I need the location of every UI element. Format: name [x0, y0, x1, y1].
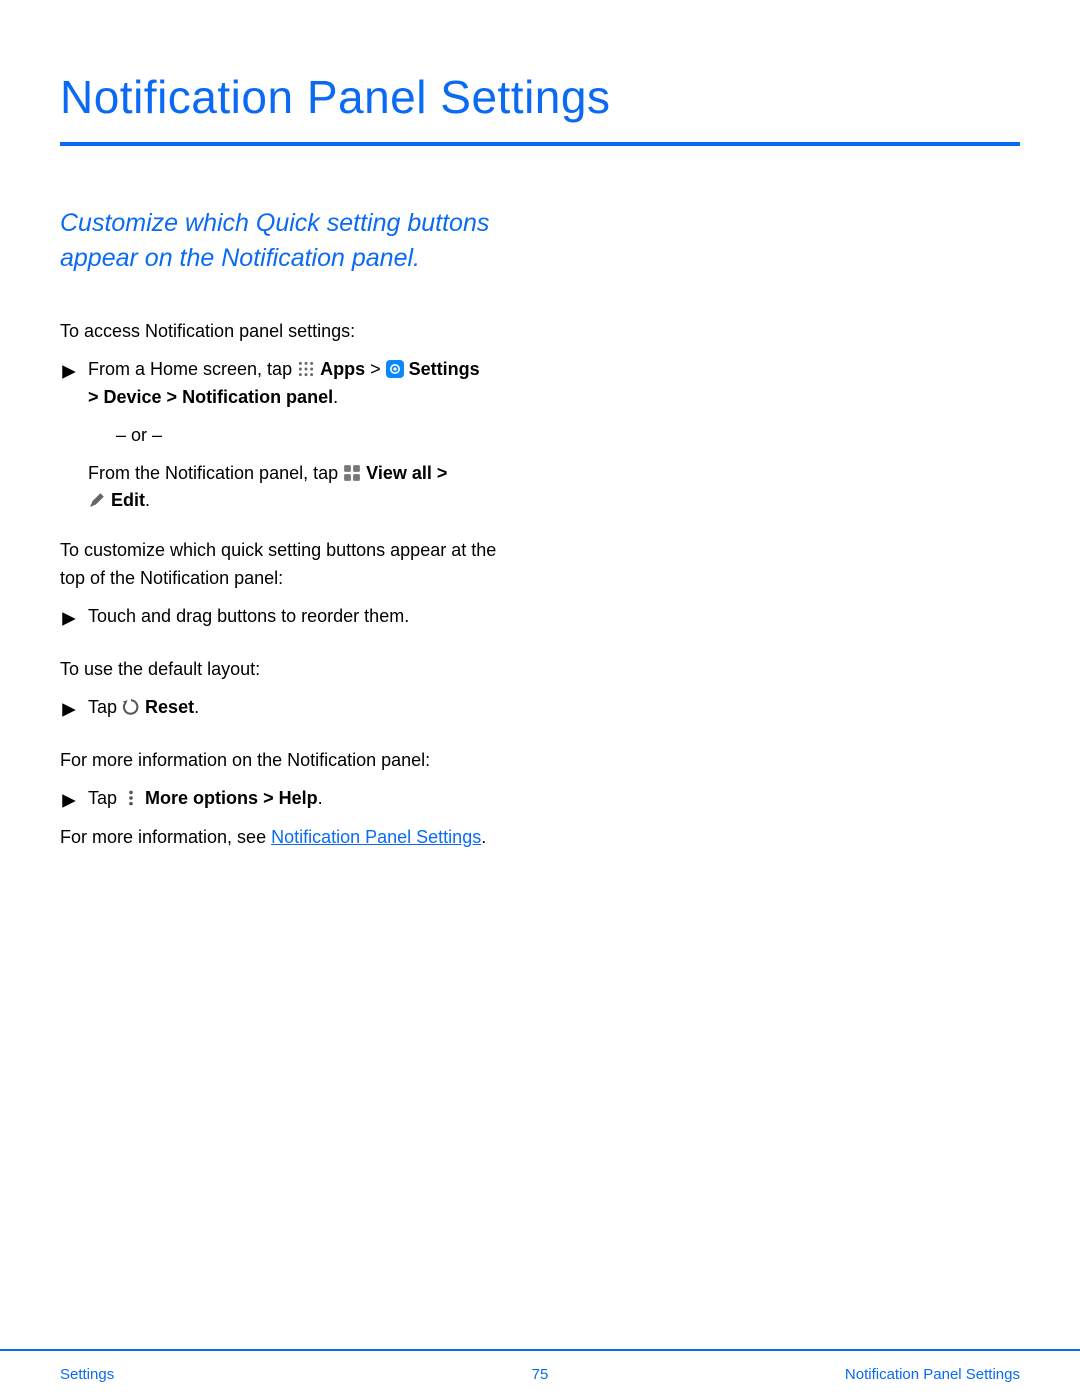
step-body: Touch and drag buttons to reorder them. [88, 603, 520, 631]
footer-right: Notification Panel Settings [845, 1366, 1020, 1383]
step-row: Tap More options > Help. [60, 785, 520, 816]
text: > [370, 359, 386, 379]
or-divider: – or – [116, 422, 520, 450]
content-column: Customize which Quick setting buttons ap… [60, 206, 520, 851]
footer-left: Settings [60, 1366, 114, 1383]
text: . [318, 788, 323, 808]
viewall-tiles-icon [343, 463, 366, 483]
text: . [145, 490, 150, 510]
bold-viewall: View all [366, 463, 432, 483]
bold-edit: Edit [111, 490, 145, 510]
step-body: Tap More options > Help. [88, 785, 520, 813]
page-subtitle: Customize which Quick setting buttons ap… [60, 206, 520, 276]
bold-reset: Reset [145, 697, 194, 717]
step-row: Touch and drag buttons to reorder them. [60, 603, 520, 634]
text: . [194, 697, 199, 717]
bold-settings: Settings [409, 359, 480, 379]
more-options-icon [122, 788, 145, 808]
link-notification-panel-settings[interactable]: Notification Panel Settings [271, 827, 481, 847]
page-footer: Settings 75 Notification Panel Settings [0, 1349, 1080, 1397]
page: Notification Panel Settings Customize wh… [0, 0, 1080, 1397]
bold-help: Help [279, 788, 318, 808]
text: Tap [88, 697, 122, 717]
settings-gear-icon [386, 359, 409, 379]
triangle-bullet-icon [60, 788, 78, 816]
step-body: From a Home screen, tap Apps > [88, 356, 520, 515]
step-row: From a Home screen, tap Apps > [60, 356, 520, 515]
apps-grid-icon [297, 359, 320, 379]
edit-pencil-icon [88, 490, 111, 510]
step-row: Tap Reset. [60, 694, 520, 725]
see-also: For more information, see Notification P… [60, 824, 520, 852]
triangle-bullet-icon [60, 359, 78, 387]
bold-path: > Device > Notification panel [88, 387, 333, 407]
bold-apps: Apps [320, 359, 365, 379]
intro-customize: To customize which quick setting buttons… [60, 537, 520, 593]
text: . [333, 387, 338, 407]
bold-more: More options [145, 788, 258, 808]
footer-page-number: 75 [532, 1366, 549, 1383]
reset-icon [122, 697, 145, 717]
alt-step: From the Notification panel, tap View al… [88, 460, 520, 516]
text: . [481, 827, 486, 847]
intro-access: To access Notification panel settings: [60, 318, 520, 346]
text: > [263, 788, 279, 808]
triangle-bullet-icon [60, 697, 78, 725]
intro-moreinfo: For more information on the Notification… [60, 747, 520, 775]
intro-default: To use the default layout: [60, 656, 520, 684]
page-title: Notification Panel Settings [60, 70, 1020, 146]
text: For more information, see [60, 827, 271, 847]
step-body: Tap Reset. [88, 694, 520, 722]
text: From the Notification panel, tap [88, 463, 343, 483]
text: > [437, 463, 448, 483]
text: From a Home screen, tap [88, 359, 297, 379]
triangle-bullet-icon [60, 606, 78, 634]
text: Tap [88, 788, 122, 808]
